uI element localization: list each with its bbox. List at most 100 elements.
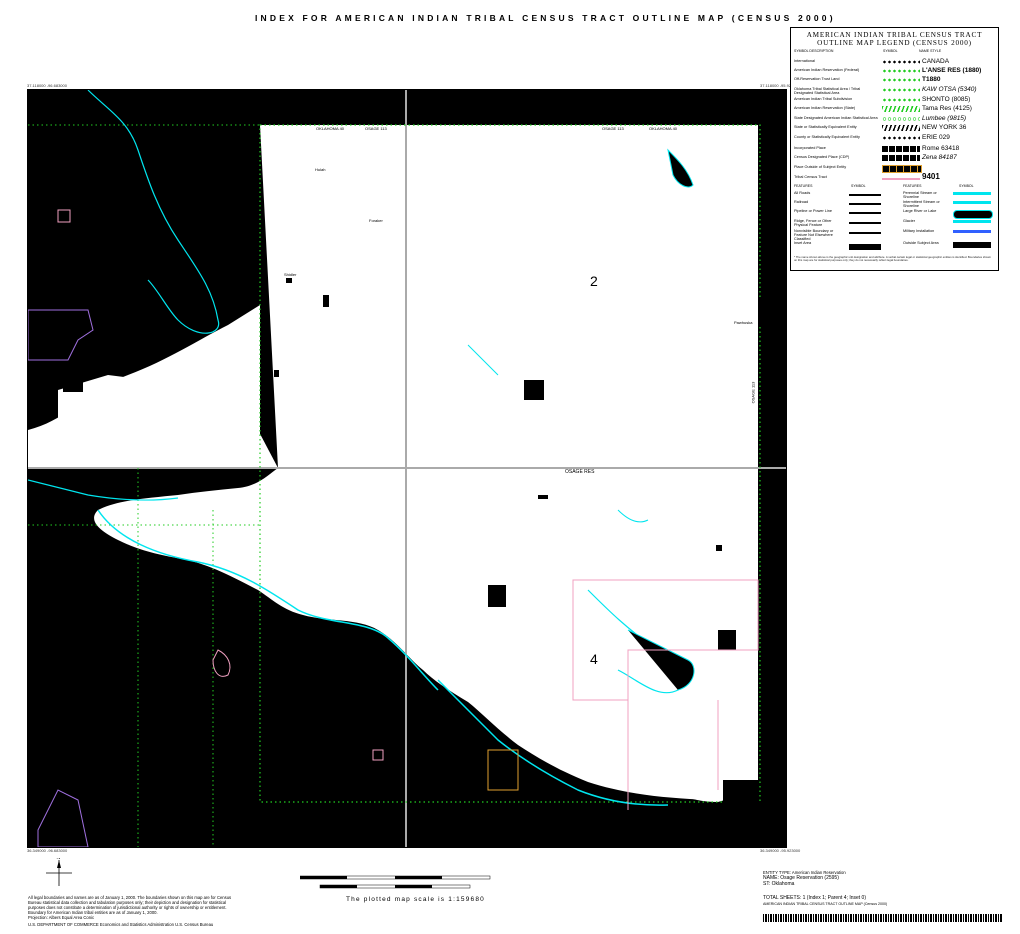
corner-bottom-left: 36.349000 -96.683000 [27,848,68,853]
legend-sym-hdr1: SYMBOL [851,184,866,188]
legend-feat-hdr1: FEATURES [794,184,813,188]
legend-sym-hdr2: SYMBOL [959,184,974,188]
feature-left-label: Inset Area [794,241,812,245]
total-sheets: TOTAL SHEETS: 1 (Index 1; Parent 4; Inse… [763,895,867,901]
legend-symbol-icon [882,116,920,122]
section-number-2[interactable]: 2 [590,273,598,289]
map-title: INDEX FOR AMERICAN INDIAN TRIBAL CENSUS … [255,13,836,23]
legend-symbol-icon [882,77,920,83]
label-oklahoma-right: OKLAHOMA 40 [649,126,678,131]
feature-left-label: Railroad [794,200,809,204]
label-osage-side: OSAGE 113 [750,381,756,404]
footer-note-line: Projection: Albers Equal Area Conic [28,915,95,920]
feature-left-label: Pipeline or Power Line [794,209,832,213]
legend-symbol-icon [882,59,920,65]
legend-row-name: Lumbee (9815) [922,115,967,122]
feature-right-symbol-icon [953,230,991,233]
legend-row-desc: American Indian Reservation (Federal) [794,68,860,72]
legend-note: * The name shown above is the geographic… [794,255,991,263]
label-osage-res: OSAGE RES [565,469,595,475]
legend-col-name: NAME STYLE [919,49,942,53]
legend-row-name: KAW OTSA (5340) [922,86,977,93]
feature-right-symbol-icon [953,201,991,204]
feature-left-symbol-icon [849,222,881,224]
legend-col-desc: SYMBOL DESCRIPTION [794,49,834,53]
legend-row-desc: Place Outside of Subject Entity [794,165,847,169]
legend-row-name: SHONTO (8085) [922,96,971,103]
section-number-4[interactable]: 4 [590,651,598,667]
legend-symbol-icon [882,155,920,161]
legend-row-desc: American Indian Reservation (State) [794,106,856,110]
legend-symbol-icon [882,135,920,141]
legend-row-desc: County or Statistically Equivalent Entit… [794,135,860,139]
feature-right-label: Military Installation [903,229,935,233]
scale-text: The plotted map scale is 1:159680 [346,896,485,903]
legend-row-desc: Incorporated Place [794,146,826,150]
legend-row-desc: Census Designated Place (CDP) [794,155,850,159]
corner-bottom-right: 36.349000 -95.923000 [760,848,801,853]
label-pawhuska: Pawhuska [734,320,753,325]
legend-symbol-icon [882,97,920,103]
legend-row: American Indian Reservation (State) Tama … [794,104,994,114]
label-shidler: Shidler [284,272,297,277]
legend-row-desc: International [794,59,815,63]
legend-row-desc: Tribal Census Tract [794,175,827,179]
legend-row: Census Designated Place (CDP) Zena 84187 [794,153,994,163]
legend-feat-hdr2: FEATURES [903,184,922,188]
north-arrow-icon: N [46,858,72,886]
legend-row-desc: State Designated American Indian Statist… [794,116,878,120]
corner-top-left: 37.118000 -96.683000 [27,83,67,88]
legend-panel: AMERICAN INDIAN TRIBAL CENSUS TRACT OUTL… [790,27,999,271]
legend-title-line1: AMERICAN INDIAN TRIBAL CENSUS TRACT [806,31,983,39]
legend-row: Place Outside of Subject Entity [794,163,994,173]
footer-note-line: U.S. DEPARTMENT OF COMMERCE Economics an… [28,922,214,927]
legend-row-name: ERIE 029 [922,134,950,141]
legend-symbol-icon [882,87,920,93]
legend-row-name: Tama Res (4125) [922,105,972,112]
entity-state: ST: Oklahoma [763,881,795,887]
feature-left-label: All Roads [794,191,811,195]
scale-bar [300,875,491,889]
label-hulah: Hulah [315,167,326,172]
legend-row-desc: State or Statistically Equivalent Entity [794,125,857,129]
feature-left-label: Nonvisible Boundary or Feature Not Elsew… [794,229,834,242]
label-foraker: Foraker [369,218,383,223]
legend-row: County or Statistically Equivalent Entit… [794,133,994,143]
legend-col-symbol: SYMBOL [883,49,898,53]
map-frame [27,89,787,848]
feature-left-symbol-icon [849,244,881,250]
svg-text:N: N [57,858,61,861]
legend-row-name: NEW YORK 36 [922,124,967,131]
feature-right-symbol-icon [953,210,993,219]
feature-left-symbol-icon [849,232,881,234]
feature-left-symbol-icon [849,203,881,205]
legend-row: Off-Reservation Trust Land T1880 [794,75,994,85]
feature-right-label: Perennial Stream or Shoreline [903,191,937,200]
feature-right-symbol-icon [953,242,991,248]
legend-row-name: T1880 [922,76,941,83]
legend-row-name: Zena 84187 [922,154,957,161]
feature-right-label: Large River or Lake [903,209,937,213]
legend-symbol-icon [882,125,920,131]
legend-row: State or Statistically Equivalent Entity… [794,123,994,133]
legend-row-name: Rome 63418 [922,145,960,152]
legend-symbol-icon [882,106,920,112]
legend-symbol-icon [882,165,922,173]
feature-left-symbol-icon [849,194,881,196]
legend-row: Tribal Census Tract 9401 [794,172,994,183]
barcode [763,914,1003,922]
label-osage-right: OSAGE 113 [602,126,624,131]
legend-row-name: CANADA [922,58,950,65]
label-oklahoma-left: OKLAHOMA 40 [316,126,345,131]
legend-row-desc: American Indian Tribal Subdivision [794,97,853,101]
file-line: AMERICAN INDIAN TRIBAL CENSUS TRACT OUTL… [763,902,888,906]
legend-row: Oklahoma Tribal Statistical Area / Triba… [794,85,994,95]
feature-left-label: Ridge, Fence or Other Physical Feature [794,219,832,228]
legend-row-desc: Off-Reservation Trust Land [794,77,840,81]
legend-title-line2: OUTLINE MAP LEGEND (CENSUS 2000) [817,39,972,47]
feature-right-symbol-icon [953,192,991,195]
legend-symbol-icon [882,178,920,180]
feature-left-symbol-icon [849,212,881,214]
feature-right-label: Intermittent Stream or Shoreline [903,200,940,209]
feature-right-label: Outside Subject Area [903,241,939,245]
